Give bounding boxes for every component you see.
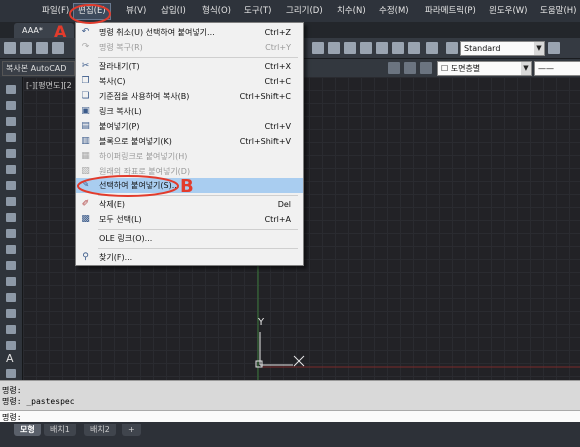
annotation-label-a: A (54, 22, 67, 41)
annotation-circle-paste-special (77, 175, 179, 197)
annotation-circle-edit-menu (69, 4, 111, 24)
annotation-label-b: B (180, 176, 194, 197)
annotation-overlay (69, 4, 179, 197)
